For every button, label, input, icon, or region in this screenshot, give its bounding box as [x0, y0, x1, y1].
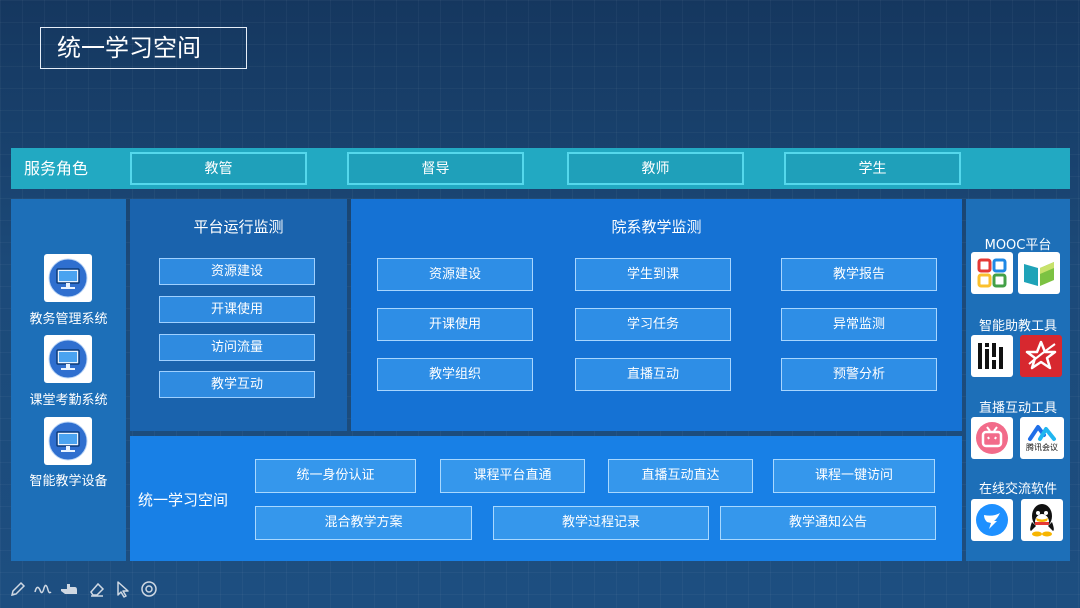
tencent-meeting-label: 腾讯会议 [1026, 443, 1058, 452]
platform-item: 资源建设 [159, 258, 315, 285]
star-app-icon [1020, 335, 1062, 377]
dept-item: 学习任务 [575, 308, 731, 341]
system-label-smart-devices: 智能教学设备 [29, 474, 108, 489]
dept-item: 直播互动 [575, 358, 731, 391]
dept-item: 学生到课 [575, 258, 731, 291]
dept-item: 异常监测 [781, 308, 937, 341]
ink-icon[interactable] [33, 579, 53, 599]
space-item: 统一身份认证 [255, 459, 416, 493]
settings-icon[interactable] [139, 579, 159, 599]
dept-item: 教学报告 [781, 258, 937, 291]
page-title: 统一学习空间 [40, 27, 247, 69]
dept-item: 教学组织 [377, 358, 533, 391]
role-box-teacher: 教师 [567, 152, 744, 185]
space-item: 课程平台直通 [440, 459, 585, 493]
role-box-student: 学生 [784, 152, 961, 185]
monitor-icon [44, 417, 92, 465]
monitor-icon [44, 254, 92, 302]
tool-heading-chat: 在线交流软件 [978, 482, 1057, 497]
tool-heading-live: 直播互动工具 [978, 401, 1057, 416]
pen-icon[interactable] [8, 579, 28, 599]
system-label-academic: 教务管理系统 [29, 312, 108, 327]
platform-item: 开课使用 [159, 296, 315, 323]
role-box-supervisor: 督导 [347, 152, 524, 185]
space-item: 教学过程记录 [493, 506, 709, 540]
roles-label: 服务角色 [24, 159, 89, 178]
tool-heading-mooc: MOOC平台 [984, 238, 1052, 253]
dept-monitor-title: 院系教学监测 [611, 218, 702, 236]
role-box-teaching-admin: 教管 [130, 152, 307, 185]
pointer-hand-icon[interactable] [59, 579, 79, 599]
monitor-icon [44, 335, 92, 383]
dept-item: 开课使用 [377, 308, 533, 341]
platform-monitor-title: 平台运行监测 [193, 218, 284, 236]
space-item: 直播互动直达 [608, 459, 753, 493]
dept-item: 资源建设 [377, 258, 533, 291]
book-app-icon [1018, 252, 1060, 294]
bars-app-icon [971, 335, 1013, 377]
grid-app-icon [971, 252, 1013, 294]
system-label-attendance: 课堂考勤系统 [29, 393, 108, 408]
qq-icon [1021, 499, 1063, 541]
tencent-meeting-icon: 腾讯会议 [1020, 417, 1064, 459]
platform-item: 教学互动 [159, 371, 315, 398]
platform-item: 访问流量 [159, 334, 315, 361]
learning-space-label: 统一学习空间 [138, 491, 229, 509]
dingtalk-icon [971, 499, 1013, 541]
learning-space-panel [130, 436, 962, 561]
arrow-cursor-icon[interactable] [113, 579, 133, 599]
space-item: 课程一键访问 [773, 459, 935, 493]
tool-heading-assistant: 智能助教工具 [978, 319, 1057, 334]
bilibili-icon [971, 417, 1013, 459]
space-item: 教学通知公告 [720, 506, 936, 540]
eraser-icon[interactable] [87, 579, 107, 599]
space-item: 混合教学方案 [255, 506, 472, 540]
dept-item: 预警分析 [781, 358, 937, 391]
